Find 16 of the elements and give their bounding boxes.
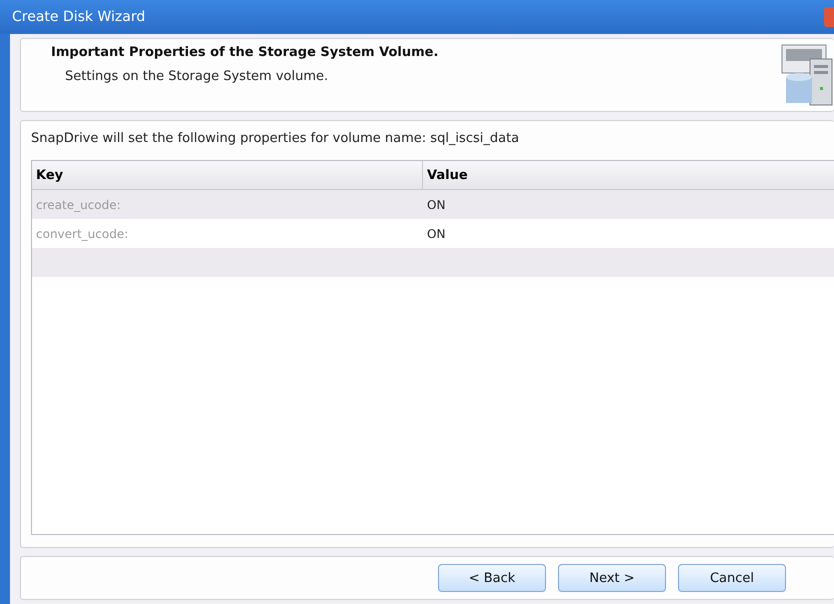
table-row[interactable]: create_ucode: ON — [32, 190, 834, 219]
header-subtitle: Settings on the Storage System volume. — [64, 69, 330, 84]
header-title: Important Properties of the Storage System Volume. — [51, 45, 438, 60]
description-text: SnapDrive will set the following properties for volume name: sql_iscsi_data — [31, 131, 520, 146]
table-cell-text: convert_ucode: — [35, 226, 130, 240]
table-cell-text: create_ucode: — [35, 198, 122, 212]
cancel-button[interactable]: Cancel — [678, 564, 786, 592]
column-header[interactable]: Key — [32, 161, 423, 189]
window-title: Create Disk Wizard — [12, 9, 146, 25]
close-icon[interactable] — [824, 7, 834, 27]
column-header[interactable]: Value — [423, 161, 468, 189]
back-button[interactable]: < Back — [438, 564, 546, 592]
table-cell-text: ON — [426, 198, 446, 212]
table-cell-text: ON — [426, 226, 446, 240]
table-row[interactable]: convert_ucode: ON — [32, 219, 834, 248]
next-button[interactable]: Next > — [558, 564, 666, 592]
